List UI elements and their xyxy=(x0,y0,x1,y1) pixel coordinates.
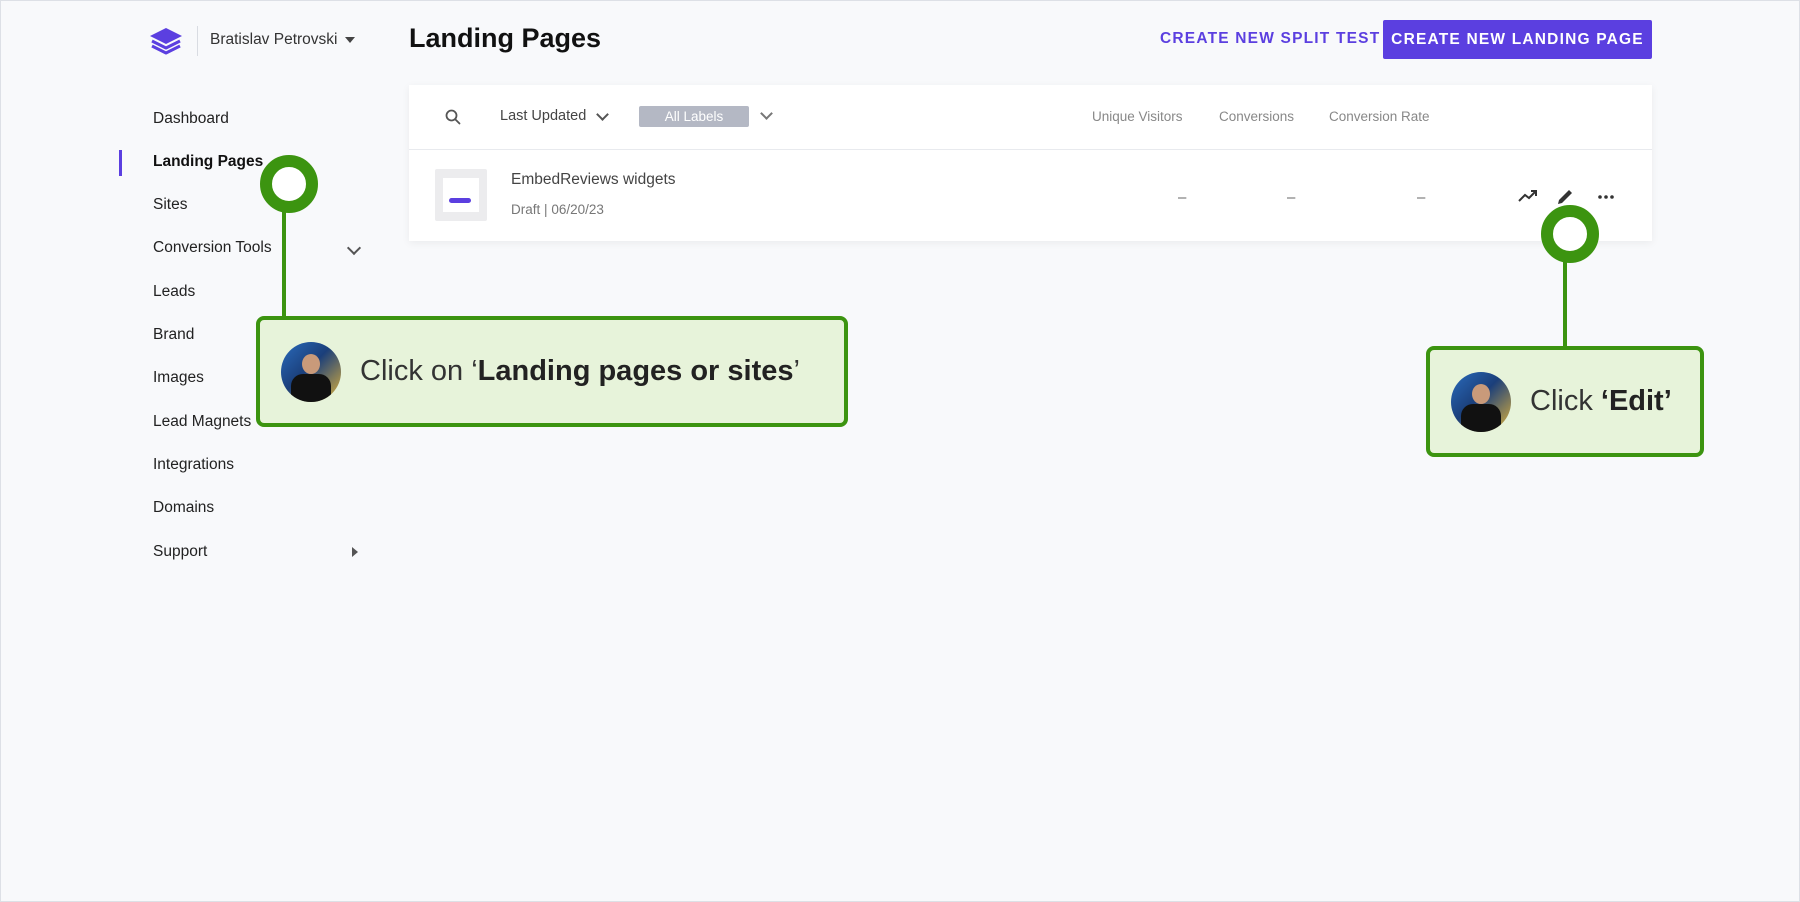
header-divider xyxy=(197,26,198,56)
meta-separator: | xyxy=(544,202,548,217)
sidebar-item-support[interactable]: Support xyxy=(153,543,207,561)
column-unique-visitors[interactable]: Unique Visitors xyxy=(1092,109,1183,124)
callout-text: Click ‘Edit’ xyxy=(1530,385,1672,417)
avatar xyxy=(1451,371,1511,432)
page-name-link[interactable]: EmbedReviews widgets xyxy=(511,171,676,189)
sidebar-item-lead-magnets[interactable]: Lead Magnets xyxy=(153,413,251,431)
callout-pin-marker xyxy=(1541,205,1599,263)
avatar xyxy=(281,341,341,402)
sidebar-item-images[interactable]: Images xyxy=(153,369,204,387)
callout-landing-pages: Click on ‘Landing pages or sites’ xyxy=(256,316,848,427)
create-landing-page-button[interactable]: CREATE NEW LANDING PAGE xyxy=(1383,20,1652,59)
callout-pin-marker xyxy=(260,155,318,213)
page-title: Landing Pages xyxy=(409,23,602,53)
trending-up-icon[interactable] xyxy=(1517,186,1539,206)
chevron-down-icon xyxy=(596,107,610,121)
sidebar-item-landing-pages[interactable]: Landing Pages xyxy=(153,153,263,171)
more-dots-icon[interactable] xyxy=(1595,186,1617,206)
caret-down-icon xyxy=(345,37,356,43)
column-conversion-rate[interactable]: Conversion Rate xyxy=(1329,109,1430,124)
landing-pages-table: Last Updated All Labels Unique Visitors … xyxy=(409,85,1652,241)
cell-conversion-rate: – xyxy=(1417,189,1426,206)
sidebar-item-sites[interactable]: Sites xyxy=(153,196,187,214)
labels-filter[interactable]: All Labels xyxy=(639,106,749,127)
account-switcher[interactable]: Bratislav Petrovski xyxy=(210,31,356,49)
sidebar-item-domains[interactable]: Domains xyxy=(153,499,214,517)
page-meta: Draft | 06/20/23 xyxy=(511,202,604,217)
search-icon[interactable] xyxy=(445,109,461,125)
sidebar-item-conversion-tools[interactable]: Conversion Tools xyxy=(153,239,272,257)
active-indicator xyxy=(119,150,122,176)
status-badge: Draft xyxy=(511,202,541,217)
thumbnail-preview xyxy=(443,178,479,212)
sort-label: Last Updated xyxy=(500,108,587,124)
create-split-test-button[interactable]: CREATE NEW SPLIT TEST xyxy=(1160,30,1380,48)
sidebar-item-integrations[interactable]: Integrations xyxy=(153,456,234,474)
cell-unique-visitors: – xyxy=(1178,189,1187,206)
account-name: Bratislav Petrovski xyxy=(210,31,338,48)
page-thumbnail[interactable] xyxy=(435,169,487,221)
thumbnail-bar xyxy=(449,198,471,203)
triangle-right-icon[interactable] xyxy=(352,547,358,557)
callout-text: Click on ‘Landing pages or sites’ xyxy=(360,355,800,387)
sidebar-item-dashboard[interactable]: Dashboard xyxy=(153,110,229,128)
column-conversions[interactable]: Conversions xyxy=(1219,109,1294,124)
sidebar-item-brand[interactable]: Brand xyxy=(153,326,194,344)
sidebar-item-leads[interactable]: Leads xyxy=(153,283,195,301)
layers-logo-icon[interactable] xyxy=(148,26,184,56)
updated-date: 06/20/23 xyxy=(551,202,604,217)
callout-edit: Click ‘Edit’ xyxy=(1426,346,1704,457)
sort-dropdown[interactable]: Last Updated xyxy=(500,107,610,124)
pencil-edit-icon[interactable] xyxy=(1555,186,1577,206)
cell-conversions: – xyxy=(1287,189,1296,206)
